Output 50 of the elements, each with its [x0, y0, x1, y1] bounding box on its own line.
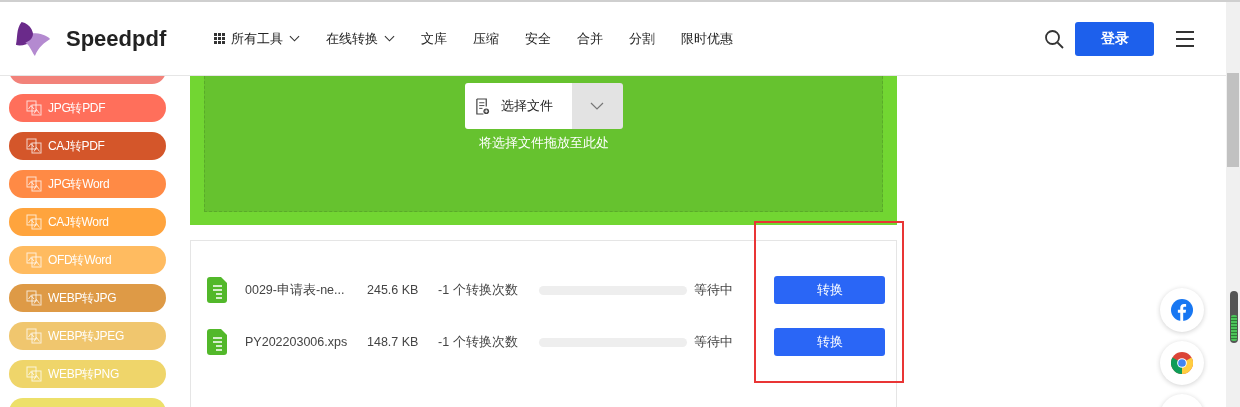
image-file-icon	[26, 328, 42, 344]
menu-icon[interactable]	[1176, 30, 1194, 47]
scroll-indicator-drawing	[1230, 291, 1238, 343]
select-file-button[interactable]: 选择文件	[464, 83, 572, 129]
nav-link[interactable]: 文库	[421, 29, 447, 48]
file-name: PY202203006.xps	[245, 335, 349, 349]
image-file-icon	[26, 214, 42, 230]
nav-menu[interactable]: 在线转换	[326, 29, 395, 48]
convert-button[interactable]: 转换	[774, 328, 885, 356]
image-file-icon	[26, 138, 42, 154]
brand-name[interactable]: Speedpdf	[66, 25, 214, 52]
convert-button[interactable]: 转换	[774, 276, 885, 304]
nav-link[interactable]: 压缩	[473, 29, 499, 48]
drop-zone[interactable]: 选择文件 将选择文件拖放至此处	[190, 76, 897, 225]
nav-link[interactable]: 分割	[629, 29, 655, 48]
nav-link[interactable]: 限时优惠	[681, 29, 733, 48]
scrollbar-thumb[interactable]	[1227, 73, 1239, 167]
conversion-count: -1 个转换次数	[438, 333, 519, 351]
file-status: 等待中	[694, 333, 734, 351]
image-file-icon	[26, 252, 42, 268]
chevron-down-icon	[384, 35, 395, 42]
document-add-icon	[474, 97, 490, 115]
file-status: 等待中	[694, 281, 734, 299]
chevron-down-icon	[590, 102, 604, 110]
facebook-button[interactable]	[1160, 288, 1204, 332]
conversion-count: -1 个转换次数	[438, 281, 519, 299]
nav-link[interactable]: 安全	[525, 29, 551, 48]
search-icon[interactable]	[1044, 28, 1064, 49]
file-icon	[207, 329, 227, 355]
scrollbar[interactable]	[1226, 2, 1240, 407]
chrome-icon	[1171, 352, 1193, 374]
drop-hint: 将选择文件拖放至此处	[478, 134, 609, 152]
file-size: 148.7 KB	[367, 335, 420, 349]
logo-icon[interactable]	[14, 19, 52, 58]
image-file-icon	[26, 290, 42, 306]
chevron-down-icon	[289, 35, 300, 42]
file-size: 245.6 KB	[367, 283, 420, 297]
grid-icon	[214, 33, 225, 44]
chrome-button[interactable]	[1160, 341, 1204, 385]
image-file-icon	[26, 100, 42, 116]
image-file-icon	[26, 366, 42, 382]
dropdown-toggle[interactable]	[571, 83, 623, 129]
nav-menu[interactable]: 所有工具	[214, 29, 300, 48]
file-name: 0029-申请表-ne...	[245, 281, 346, 299]
tool-button[interactable]: CAJ转PDF	[9, 132, 166, 160]
image-file-icon	[26, 176, 42, 192]
file-icon	[207, 277, 227, 303]
login-button[interactable]: 登录	[1075, 21, 1154, 56]
facebook-icon	[1171, 299, 1193, 321]
nav-link[interactable]: 合并	[577, 29, 603, 48]
